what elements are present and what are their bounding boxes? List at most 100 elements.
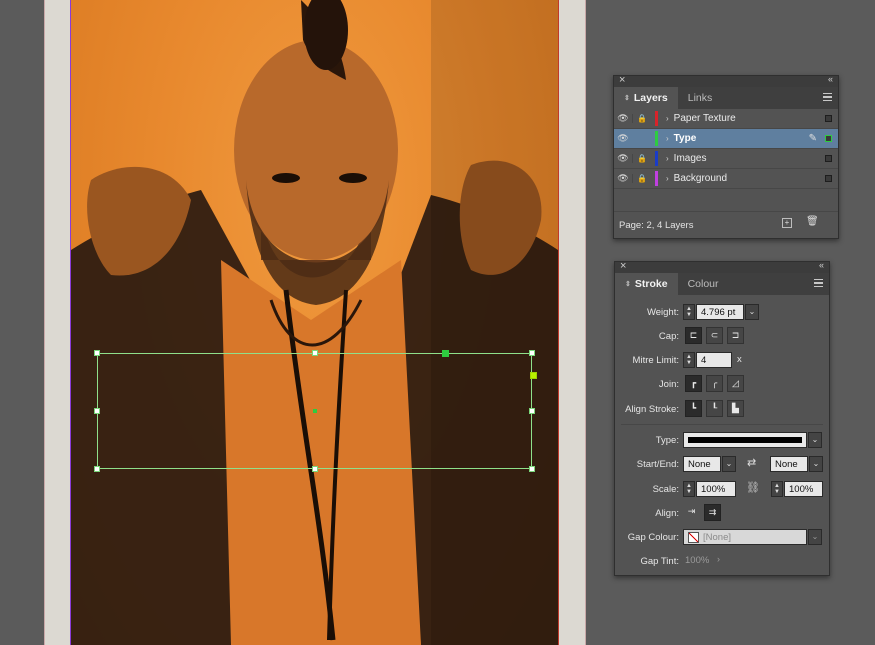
panel-menu-icon[interactable] [814,279,823,287]
miter-join-icon[interactable]: ┏ [685,375,702,392]
type-row: Type: ⌄ [615,430,829,450]
layers-count-text: Page: 2, 4 Layers [619,219,694,231]
tab-arrows-icon: ⇕ [624,95,630,102]
join-label: Join: [658,378,679,390]
scale-end-input[interactable]: 100% [784,481,823,497]
panel-menu-icon[interactable] [823,93,832,101]
tab-links-label: Links [687,92,713,104]
butt-cap-icon[interactable]: ⊏ [685,327,702,344]
mitre-stepper[interactable]: ▲ ▼ [683,352,695,368]
weight-label: Weight: [646,306,679,318]
weight-input[interactable]: 4.796 pt [696,304,744,320]
stroke-panel: × « ⇕ Stroke Colour Weight: ▲ ▼ 4.796 pt ⌄… [614,260,830,576]
align-row: Align: ⇥ ⇉ [615,503,829,523]
scale-start-stepper[interactable]: ▲ ▼ [683,481,695,497]
disclosure-triangle-icon[interactable]: › [666,174,669,183]
eye-icon[interactable]: 👁 [614,173,632,184]
trash-icon[interactable]: 🗑 [806,217,819,228]
frame-handle-tr[interactable] [529,350,535,356]
lock-icon[interactable]: 🔒 [632,114,651,123]
frame-corner-options[interactable] [530,372,537,379]
round-join-icon[interactable]: ╭ [706,375,723,392]
frame-handle-br[interactable] [529,466,535,472]
layer-selection-square[interactable] [825,115,832,122]
gap-tint-value[interactable]: 100% [685,555,709,566]
frame-handle-ml[interactable] [94,408,100,414]
start-select[interactable]: None [683,456,721,472]
eye-icon[interactable]: 👁 [614,113,632,124]
close-icon[interactable]: × [620,260,626,272]
end-select[interactable]: None [770,456,808,472]
tab-layers-label: Layers [633,92,668,104]
eye-icon[interactable]: 👁 [614,153,632,164]
gap-colour-dropdown[interactable]: ⌄ [808,529,822,545]
start-end-row: Start/End: None ⌄ ⇄ None ⌄ [615,454,829,474]
solid-line-preview [688,437,802,443]
start-dropdown[interactable]: ⌄ [722,456,736,472]
align-arrowhead-beyond-icon[interactable]: ⇥ [683,504,700,521]
layer-selection-square[interactable] [825,175,832,182]
gap-colour-select[interactable]: [None] [683,529,807,545]
layer-row-type[interactable]: 👁 › Type ✎ [614,129,838,149]
stroke-type-select[interactable] [683,432,807,448]
portrait-image[interactable] [70,0,559,645]
swap-arrows-icon[interactable]: ⇄ [747,456,756,469]
frame-handle-tm[interactable] [312,350,318,356]
type-label: Type: [655,434,679,446]
collapse-icon[interactable]: « [828,74,833,84]
gap-tint-label: Gap Tint: [640,555,679,567]
frame-handle-bm[interactable] [312,466,318,472]
round-cap-icon[interactable]: ⊂ [706,327,723,344]
layer-name: Paper Texture [673,113,736,124]
tab-colour[interactable]: Colour [678,273,729,295]
layers-list: 👁 🔒 › Paper Texture 👁 › Type ✎ 👁 🔒 › Ima… [614,109,838,189]
layer-selection-square[interactable] [825,155,832,162]
frame-out-port[interactable] [442,350,449,357]
tab-stroke-label: Stroke [634,278,668,290]
layer-row-images[interactable]: 👁 🔒 › Images [614,149,838,169]
projecting-cap-icon[interactable]: ⊐ [727,327,744,344]
cap-row: Cap: ⊏ ⊂ ⊐ [615,326,829,346]
frame-center-point [313,409,317,413]
pen-icon: ✎ [808,133,817,144]
close-icon[interactable]: × [619,74,625,86]
end-dropdown[interactable]: ⌄ [809,456,823,472]
scale-start-input[interactable]: 100% [696,481,736,497]
collapse-icon[interactable]: « [819,260,824,270]
frame-handle-bl[interactable] [94,466,100,472]
align-center-stroke-icon[interactable]: ┗ [685,400,702,417]
disclosure-triangle-icon[interactable]: › [666,134,669,143]
link-scale-icon[interactable]: ⛓ [746,481,760,494]
align-arrowhead-inside-icon[interactable]: ⇉ [704,504,721,521]
tab-layers[interactable]: ⇕ Layers [614,87,678,109]
lock-icon[interactable]: 🔒 [632,154,651,163]
bevel-join-icon[interactable]: ◿ [727,375,744,392]
gap-colour-label: Gap Colour: [627,531,679,543]
frame-handle-mr[interactable] [529,408,535,414]
tab-links[interactable]: Links [678,87,723,109]
mitre-input[interactable]: 4 [696,352,732,368]
stroke-tab-bar: ⇕ Stroke Colour [615,273,829,295]
layer-row-paper-texture[interactable]: 👁 🔒 › Paper Texture [614,109,838,129]
frame-handle-tl[interactable] [94,350,100,356]
align-outside-stroke-icon[interactable]: ▙ [727,400,744,417]
scale-end-stepper[interactable]: ▲ ▼ [771,481,783,497]
disclosure-triangle-icon[interactable]: › [666,154,669,163]
layers-panel: × « ⇕ Layers Links 👁 🔒 › Paper Texture 👁 … [613,74,839,239]
layer-color-swatch [655,111,658,126]
disclosure-triangle-icon[interactable]: › [666,114,669,123]
tab-stroke[interactable]: ⇕ Stroke [615,273,678,295]
layer-row-background[interactable]: 👁 🔒 › Background [614,169,838,189]
stroke-type-dropdown[interactable]: ⌄ [808,432,822,448]
weight-stepper[interactable]: ▲ ▼ [683,304,695,320]
gap-tint-arrow-icon[interactable]: › [717,554,720,564]
weight-dropdown[interactable]: ⌄ [745,304,759,320]
lock-icon[interactable]: 🔒 [632,174,651,183]
gap-colour-row: Gap Colour: [None] ⌄ [615,527,829,547]
eye-icon[interactable]: 👁 [614,133,632,144]
align-inside-stroke-icon[interactable]: ┖ [706,400,723,417]
start-end-label: Start/End: [636,458,679,470]
align-label: Align: [655,507,679,519]
layer-selection-square[interactable] [825,135,832,142]
new-layer-icon[interactable]: + [782,218,792,228]
